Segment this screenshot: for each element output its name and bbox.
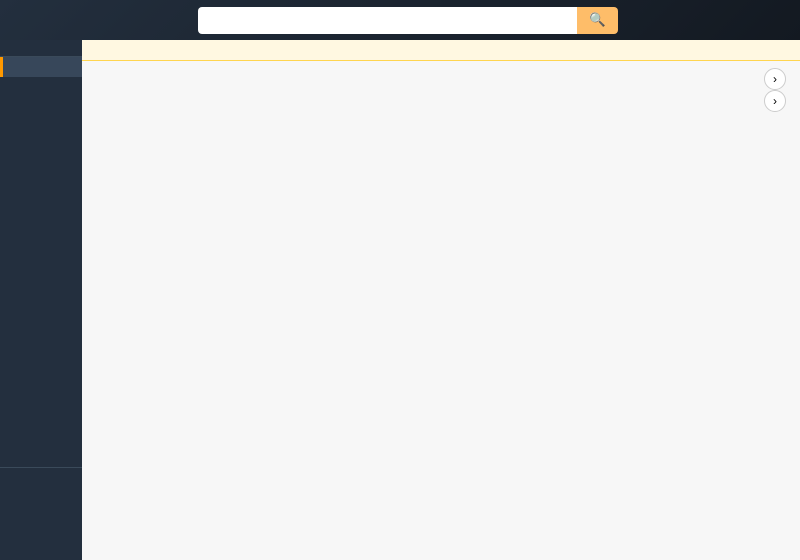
sidebar-item-contact[interactable] (0, 514, 82, 534)
search-icon: 🔍 (589, 12, 606, 28)
sidebar-item-amazon-coins[interactable] (0, 474, 82, 494)
search-bar: 🔍 (198, 7, 618, 34)
recommended-games-section: › (82, 83, 800, 105)
recommended-for-you-section (82, 105, 800, 127)
recommended-games-scroll-right[interactable]: › (764, 90, 786, 112)
search-input[interactable] (198, 7, 577, 34)
sidebar-item-settings[interactable] (0, 494, 82, 514)
sidebar (0, 40, 82, 560)
sidebar-item-all-apps[interactable] (0, 57, 82, 77)
sidebar-nav (0, 57, 82, 467)
content-area: › › (82, 40, 800, 560)
search-button[interactable]: 🔍 (577, 7, 618, 34)
editors-picks-section: › (82, 61, 800, 83)
app-header: 🔍 (0, 0, 800, 40)
editors-picks-scroll-right[interactable]: › (764, 68, 786, 90)
announcement-banner (82, 40, 800, 61)
user-greeting (0, 40, 82, 57)
main-layout: › › (0, 40, 800, 560)
sidebar-item-terms[interactable] (0, 534, 82, 554)
sidebar-item-kids[interactable] (0, 97, 82, 117)
sidebar-item-games[interactable] (0, 77, 82, 97)
sidebar-bottom (0, 467, 82, 560)
